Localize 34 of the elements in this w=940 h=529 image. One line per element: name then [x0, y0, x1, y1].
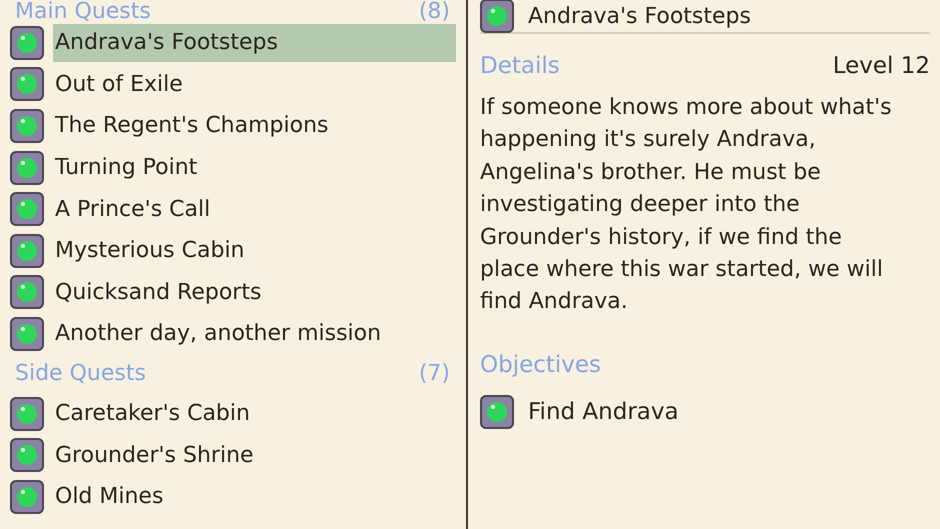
quest-status-icon — [10, 396, 44, 431]
quest-item[interactable]: The Regent's Champions — [53, 106, 456, 145]
quest-item[interactable]: A Prince's Call — [53, 190, 456, 228]
quest-status-icon — [10, 275, 44, 310]
quest-item[interactable]: Another day, another mission — [53, 314, 456, 353]
quest-status-icon — [480, 394, 514, 429]
quest-item[interactable]: Turning Point — [53, 148, 456, 187]
quest-item[interactable]: Mysterious Cabin — [53, 232, 456, 270]
quest-status-icon — [10, 438, 44, 472]
quest-count: (8) — [418, 0, 450, 24]
quest-item[interactable]: Old Mines — [53, 478, 456, 516]
quest-item[interactable]: Grounder's Shrine — [53, 436, 456, 474]
quest-status-icon — [10, 26, 44, 60]
quest-title: Andrava's Footsteps — [528, 4, 751, 28]
quest-status-icon — [10, 316, 44, 351]
details-heading: Details — [480, 53, 560, 79]
quest-item[interactable]: Caretaker's Cabin — [53, 394, 456, 433]
section-title: Side Quests — [15, 361, 146, 386]
quest-status-icon — [10, 108, 44, 143]
section-title: Main Quests — [15, 0, 151, 24]
quest-status-icon — [10, 480, 44, 514]
quest-count: (7) — [418, 361, 450, 386]
quest-status-icon — [10, 234, 44, 268]
quest-status-icon — [10, 67, 44, 102]
quest-status-icon — [480, 0, 514, 33]
quest-item[interactable]: Andrava's Footsteps — [53, 24, 456, 62]
quest-item[interactable]: Out of Exile — [53, 65, 456, 104]
quest-item[interactable]: Quicksand Reports — [53, 273, 456, 312]
objectives-heading: Objectives — [480, 352, 602, 378]
quest-level: Level 12 — [832, 53, 930, 79]
objective-text: Find Andrava — [528, 398, 679, 425]
quest-description: If someone knows more about what's happening it's surely Andrava, Angelina's brother. He must be investigating deeper into the Grounder's history, if we find the place where this war started, we will find Andrava. — [480, 94, 893, 316]
quest-status-icon — [10, 192, 44, 226]
quest-status-icon — [10, 150, 44, 185]
